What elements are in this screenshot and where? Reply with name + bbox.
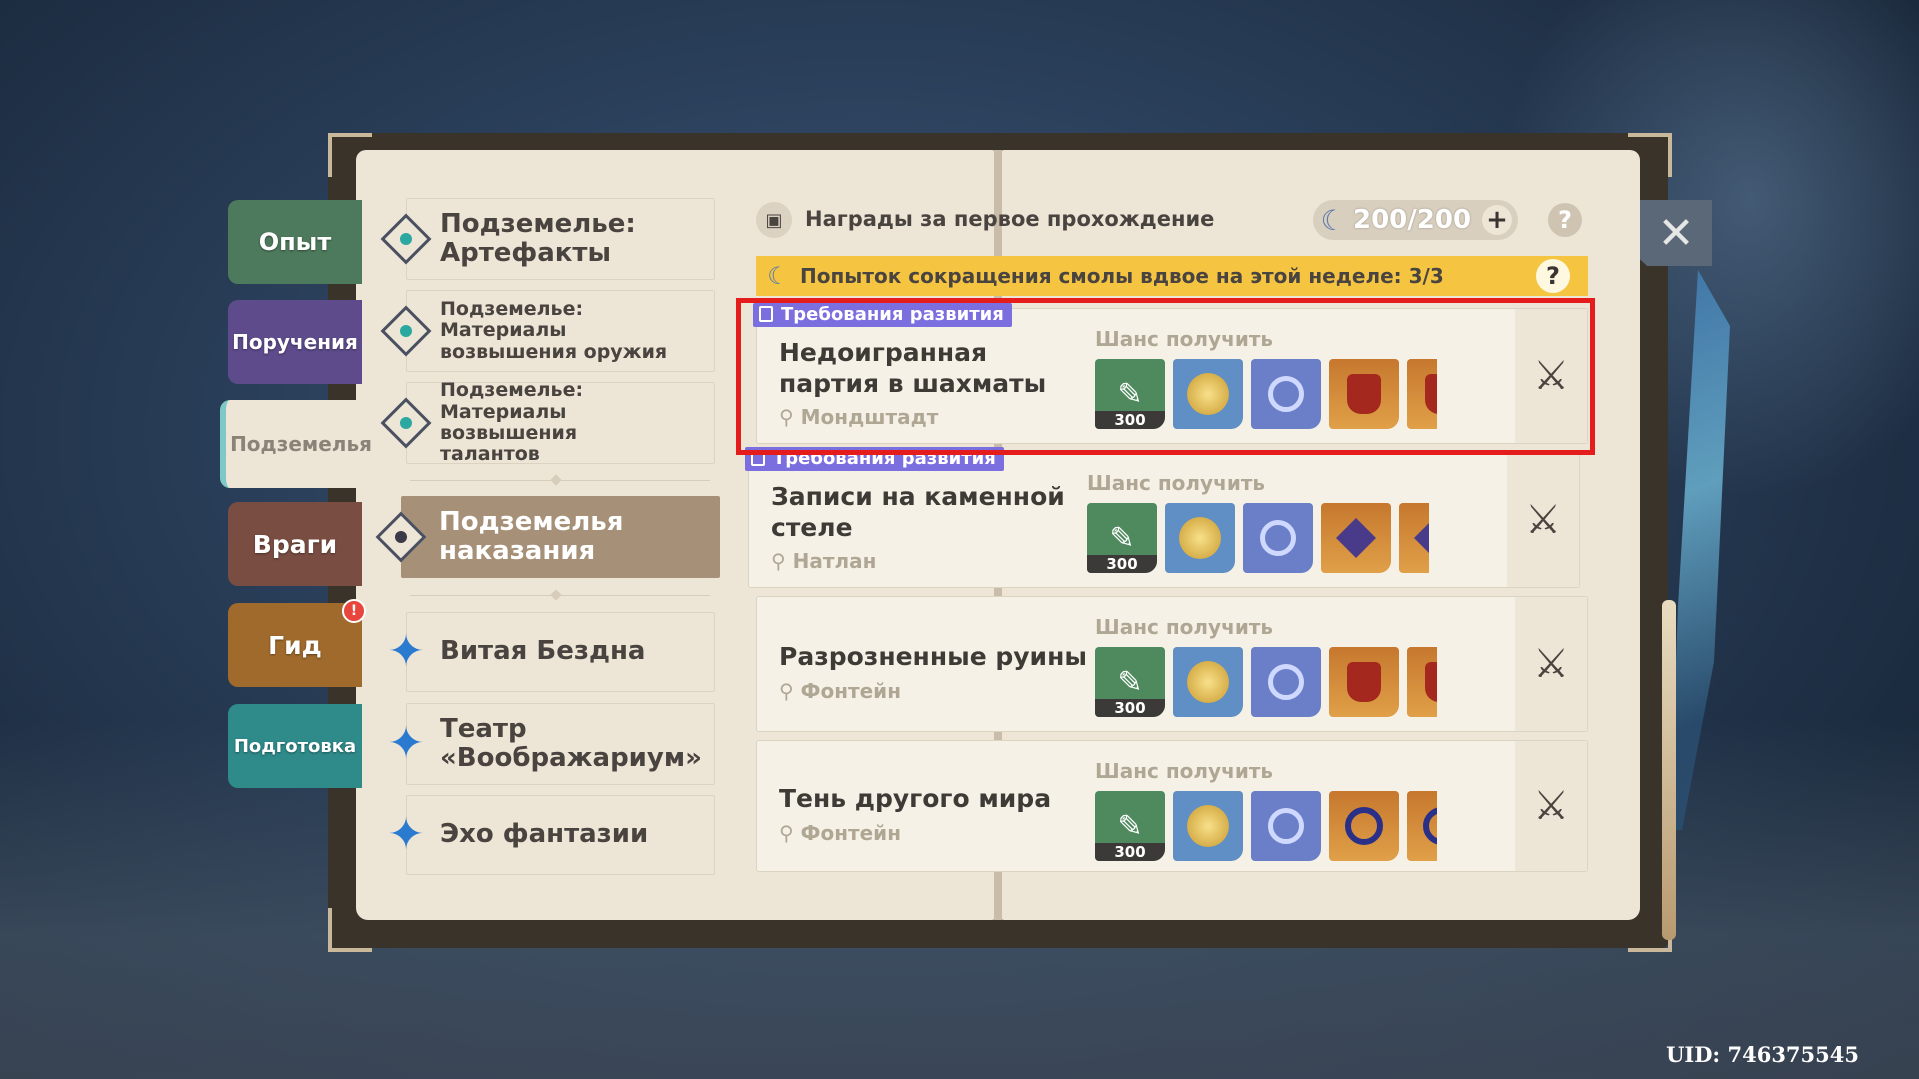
domain-diamond-icon: [380, 213, 432, 265]
domain-name: Разрозненные руины: [779, 642, 1087, 671]
add-resin-button[interactable]: +: [1482, 205, 1512, 235]
close-icon[interactable]: ✕: [1640, 200, 1712, 266]
menu-item-spiral-abyss[interactable]: ✦ Витая Бездна: [380, 612, 715, 692]
domain-location-label: Фонтейн: [800, 679, 902, 703]
reward-items: ✎ 300: [1087, 503, 1429, 573]
selection-highlight: [736, 298, 1595, 455]
location-pin-icon: ⚲: [779, 821, 794, 845]
menu-item-trounce-domains[interactable]: Подземелья наказания: [375, 496, 720, 578]
boss-material-item[interactable]: [1399, 503, 1429, 573]
reward-items: ✎ 300: [1095, 791, 1437, 861]
player-uid: UID: 746375545: [1666, 1042, 1859, 1067]
frame-corner-ornament: [328, 133, 372, 177]
rewards-icon[interactable]: ▣: [756, 202, 792, 238]
crossed-swords-icon[interactable]: ⚔: [1507, 453, 1579, 587]
tab-experience-label: Опыт: [258, 228, 332, 256]
domain-diamond-icon: [380, 305, 432, 357]
companionship-exp-item[interactable]: [1251, 647, 1321, 717]
mora-coin-item[interactable]: [1173, 791, 1243, 861]
boss-material-item[interactable]: [1407, 791, 1437, 861]
location-pin-icon: ⚲: [771, 549, 786, 573]
boss-material-item[interactable]: [1407, 647, 1437, 717]
first-clear-rewards-title: Награды за первое прохождение: [805, 207, 1215, 231]
tab-experience[interactable]: Опыт: [228, 200, 362, 284]
companionship-exp-item[interactable]: [1251, 791, 1321, 861]
domain-diamond-icon: [380, 397, 432, 449]
tab-preparation-label: Подготовка: [233, 735, 357, 757]
quill-stem-decoration: [1662, 600, 1676, 940]
drop-chance-label: Шанс получить: [1095, 759, 1274, 783]
mora-coin-item[interactable]: [1173, 647, 1243, 717]
adventure-exp-item[interactable]: ✎ 300: [1087, 503, 1157, 573]
mora-coin-item[interactable]: [1165, 503, 1235, 573]
item-quantity: 300: [1095, 843, 1165, 861]
resin-counter: ☾ 200/200 +: [1313, 200, 1518, 240]
crossed-swords-icon[interactable]: ⚔: [1515, 597, 1587, 731]
tab-enemies[interactable]: Враги: [228, 502, 362, 586]
tab-preparation[interactable]: Подготовка: [228, 704, 362, 788]
companionship-exp-item[interactable]: [1243, 503, 1313, 573]
domain-card[interactable]: Разрозненные руины ⚲ Фонтейн Шанс получи…: [756, 596, 1588, 732]
domain-location: ⚲ Натлан: [771, 549, 876, 573]
drop-chance-label: Шанс получить: [1095, 615, 1274, 639]
boss-material-item[interactable]: [1329, 647, 1399, 717]
menu-item-label: Театр «Воображариум»: [440, 713, 702, 773]
menu-item-label: Подземелье: Материалы возвышения таланто…: [440, 379, 584, 466]
theater-star-icon: ✦: [387, 718, 425, 769]
reward-items: ✎ 300: [1095, 647, 1437, 717]
resin-discount-banner: ☾ Попыток сокращения смолы вдвое на этой…: [756, 256, 1588, 296]
item-quantity: 300: [1087, 555, 1157, 573]
abyss-star-icon: ✦: [387, 626, 425, 677]
crossed-swords-icon[interactable]: ⚔: [1515, 741, 1587, 871]
menu-item-label: Витая Бездна: [440, 636, 646, 667]
menu-item-talent-materials[interactable]: Подземелье: Материалы возвышения таланто…: [380, 379, 715, 466]
domain-location-label: Фонтейн: [800, 821, 902, 845]
boss-material-item[interactable]: [1329, 791, 1399, 861]
tab-enemies-label: Враги: [252, 529, 338, 559]
domain-name: Записи на каменной стеле: [771, 482, 1065, 543]
boss-material-item[interactable]: [1321, 503, 1391, 573]
resin-value: 200/200: [1353, 205, 1472, 235]
domain-location-label: Натлан: [792, 549, 877, 573]
tab-domains[interactable]: Подземелья: [220, 400, 376, 488]
tab-quests-label: Поручения: [232, 330, 358, 354]
menu-item-label: Подземелье: Артефакты: [440, 208, 636, 268]
location-pin-icon: ⚲: [779, 679, 794, 703]
tab-quests[interactable]: Поручения: [228, 300, 362, 384]
domain-location: ⚲ Фонтейн: [779, 679, 901, 703]
notification-badge: !: [342, 599, 366, 623]
drop-chance-label: Шанс получить: [1087, 471, 1266, 495]
domain-diamond-icon: [375, 511, 427, 563]
adventure-exp-item[interactable]: ✎ 300: [1095, 647, 1165, 717]
menu-item-imaginarium-theater[interactable]: ✦ Театр «Воображариум»: [380, 703, 715, 785]
moon-resin-icon: ☾: [1320, 203, 1346, 237]
menu-item-label: Эхо фантазии: [440, 819, 649, 850]
domain-card[interactable]: Тень другого мира ⚲ Фонтейн Шанс получит…: [756, 740, 1588, 872]
adventure-exp-item[interactable]: ✎ 300: [1095, 791, 1165, 861]
tab-domains-label: Подземелья: [230, 432, 372, 456]
tab-guide[interactable]: Гид!: [228, 599, 366, 687]
moon-resin-icon: ☾: [767, 262, 789, 290]
menu-item-label: Подземелье: Материалы возвышения оружия: [440, 298, 668, 363]
menu-item-weapon-materials[interactable]: Подземелье: Материалы возвышения оружия: [380, 290, 715, 372]
frame-corner-ornament: [328, 908, 372, 952]
frame-corner-ornament: [1628, 133, 1672, 177]
domain-card[interactable]: Требования развития Записи на каменной с…: [745, 447, 1580, 588]
menu-item-fantasy-echo[interactable]: ✦ Эхо фантазии: [380, 795, 715, 875]
echo-star-icon: ✦: [387, 809, 425, 860]
domain-name: Тень другого мира: [779, 784, 1052, 813]
menu-item-label: Подземелья наказания: [439, 506, 624, 566]
domain-location: ⚲ Фонтейн: [779, 821, 901, 845]
item-quantity: 300: [1095, 699, 1165, 717]
banner-text: Попыток сокращения смолы вдвое на этой н…: [800, 264, 1444, 288]
tab-guide-label: Гид: [268, 630, 322, 660]
menu-item-artifact-domains[interactable]: Подземелье: Артефакты: [380, 198, 715, 280]
banner-help-button[interactable]: ?: [1536, 259, 1570, 293]
help-button[interactable]: ?: [1548, 203, 1582, 237]
